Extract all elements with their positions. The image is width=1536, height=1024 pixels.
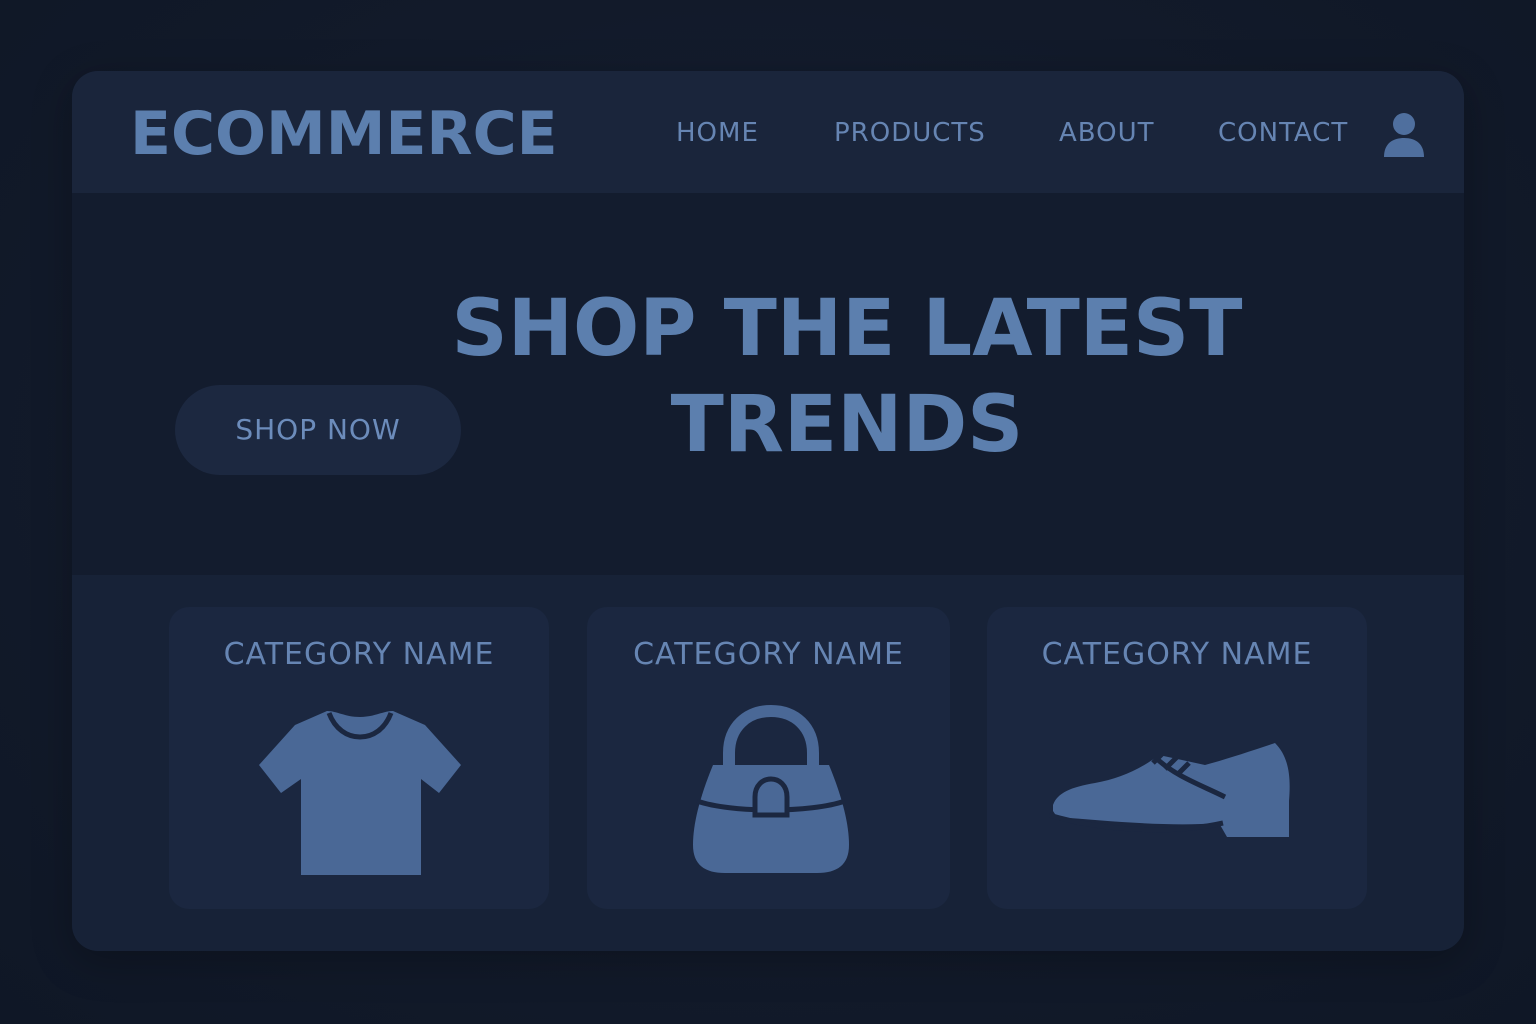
app-window: ECOMMERCE HOME PRODUCTS ABOUT CONTACT SH… xyxy=(72,71,1464,951)
nav-link-home[interactable]: HOME xyxy=(676,113,759,153)
category-card-clothing[interactable]: CATEGORY NAME xyxy=(169,607,549,909)
shoe-icon xyxy=(1049,743,1290,837)
user-icon[interactable] xyxy=(1382,111,1426,159)
category-card-bags[interactable]: CATEGORY NAME xyxy=(587,607,950,909)
navbar: ECOMMERCE HOME PRODUCTS ABOUT CONTACT xyxy=(72,71,1464,193)
category-label: CATEGORY NAME xyxy=(633,637,904,672)
category-section: CATEGORY NAME CATEGORY NAME CATEGORY NAM… xyxy=(72,575,1464,951)
nav-link-products[interactable]: PRODUCTS xyxy=(834,113,986,153)
hero-section: SHOP THE LATEST TRENDS SHOP NOW xyxy=(72,193,1464,575)
t-shirt-icon xyxy=(259,711,461,875)
category-label: CATEGORY NAME xyxy=(223,637,495,672)
category-label: CATEGORY NAME xyxy=(1041,637,1313,672)
nav-link-contact[interactable]: CONTACT xyxy=(1218,113,1348,153)
logo[interactable]: ECOMMERCE xyxy=(130,99,558,169)
nav-link-about[interactable]: ABOUT xyxy=(1059,113,1155,153)
category-card-shoes[interactable]: CATEGORY NAME xyxy=(987,607,1367,909)
handbag-icon xyxy=(693,704,849,873)
shop-now-button[interactable]: SHOP NOW xyxy=(175,385,461,475)
hero-title: SHOP THE LATEST TRENDS xyxy=(451,284,1243,470)
